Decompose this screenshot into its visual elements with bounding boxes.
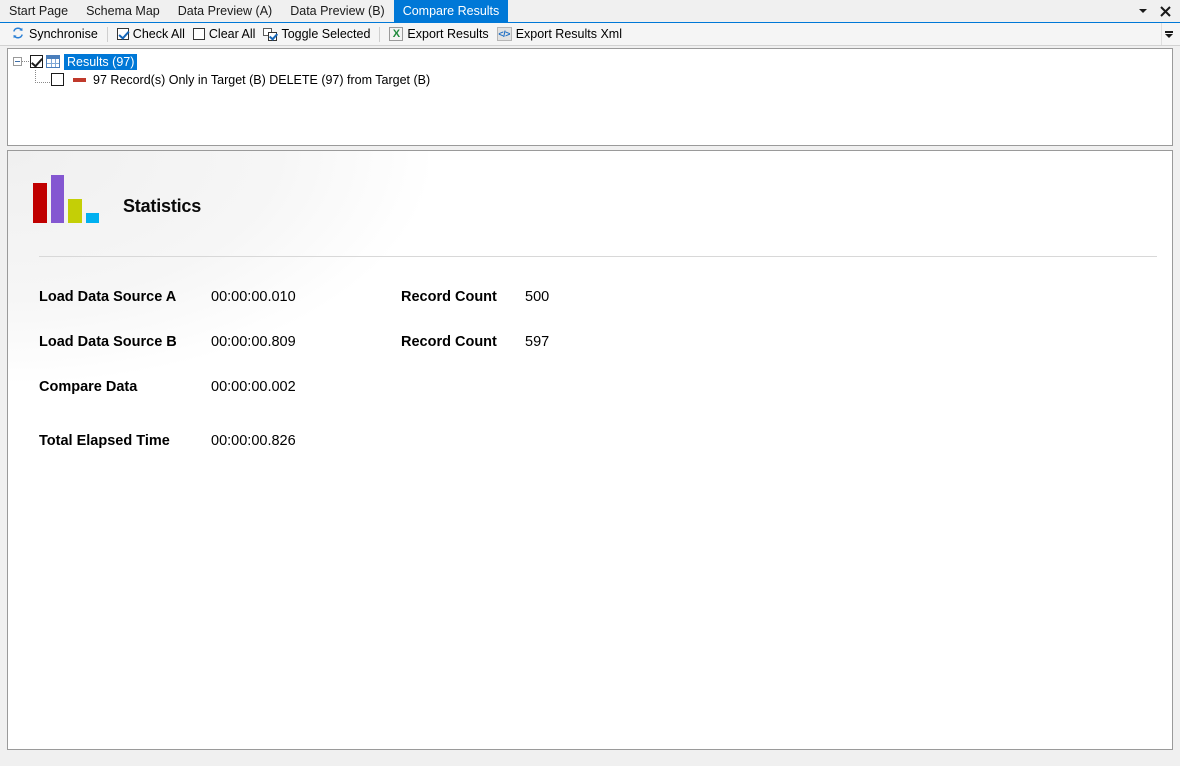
- bar-chart-icon: [33, 173, 99, 223]
- page-title: Statistics: [123, 196, 202, 216]
- stat-label-secondary: Record Count: [401, 334, 497, 350]
- stat-label-secondary: Record Count: [401, 289, 497, 305]
- checkbox-checked-icon: [116, 28, 129, 40]
- toolbar-overflow-button[interactable]: [1161, 23, 1176, 45]
- statistics-panel: Statistics Load Data Source A 00:00:00.0…: [7, 150, 1173, 750]
- tab-strip-controls: [1136, 0, 1180, 22]
- toolbar-overflow-icon: [1165, 30, 1173, 33]
- tree-item-label[interactable]: 97 Record(s) Only in Target (B) DELETE (…: [90, 72, 433, 88]
- synchronise-label: Synchronise: [29, 27, 98, 41]
- tab-data-preview-a[interactable]: Data Preview (A): [169, 0, 281, 22]
- close-tab-button[interactable]: [1159, 4, 1172, 18]
- tab-strip: Start Page Schema Map Data Preview (A) D…: [0, 0, 1180, 22]
- tree-item-checkbox[interactable]: [51, 73, 64, 86]
- export-results-xml-label: Export Results Xml: [515, 27, 622, 41]
- stat-row: Load Data Source A 00:00:00.010 Record C…: [39, 289, 549, 334]
- toolbar-separator: [106, 26, 108, 42]
- tree-row-root[interactable]: Results (97): [8, 53, 1172, 70]
- stat-value: 00:00:00.826: [211, 433, 296, 449]
- grid-icon: [46, 55, 60, 68]
- tab-compare-results[interactable]: Compare Results: [393, 0, 509, 22]
- clear-all-label: Clear All: [208, 27, 256, 41]
- close-icon: [1160, 5, 1171, 17]
- stat-value: 00:00:00.002: [211, 379, 296, 395]
- tab-data-preview-b[interactable]: Data Preview (B): [281, 0, 393, 22]
- tree-root-checkbox[interactable]: [30, 55, 43, 68]
- stat-value: 00:00:00.809: [211, 334, 296, 350]
- excel-icon: X: [389, 27, 404, 41]
- tab-start-page[interactable]: Start Page: [0, 0, 77, 22]
- checkbox-empty-icon: [192, 28, 205, 40]
- stat-row: Compare Data 00:00:00.002: [39, 379, 549, 433]
- check-all-button[interactable]: Check All: [113, 24, 189, 44]
- synchronise-icon: [11, 26, 25, 43]
- export-results-label: Export Results: [407, 27, 489, 41]
- stat-label: Total Elapsed Time: [39, 433, 170, 449]
- delete-marker-icon: [73, 77, 86, 82]
- toggle-selected-button[interactable]: Toggle Selected: [259, 24, 374, 44]
- tree-elbow: [35, 70, 50, 83]
- export-results-xml-button[interactable]: </> Export Results Xml: [493, 24, 626, 44]
- stat-label: Load Data Source B: [39, 334, 177, 350]
- chevron-down-icon: [1138, 9, 1147, 13]
- stat-value-secondary: 500: [525, 289, 550, 305]
- statistics-header: Statistics: [33, 173, 201, 223]
- tree-row-item[interactable]: 97 Record(s) Only in Target (B) DELETE (…: [8, 70, 1172, 89]
- xml-icon: </>: [496, 27, 512, 41]
- results-tree-panel[interactable]: Results (97) 97 Record(s) Only in Target…: [7, 48, 1173, 146]
- synchronise-button[interactable]: Synchronise: [7, 24, 102, 44]
- stat-value-secondary: 597: [525, 334, 550, 350]
- check-all-label: Check All: [132, 27, 185, 41]
- header-divider: [39, 256, 1157, 257]
- stat-label: Compare Data: [39, 379, 138, 395]
- toolbar-separator: [379, 26, 381, 42]
- stat-value: 00:00:00.010: [211, 289, 296, 305]
- collapse-icon[interactable]: [13, 57, 22, 66]
- stat-row: Load Data Source B 00:00:00.809 Record C…: [39, 334, 549, 379]
- clear-all-button[interactable]: Clear All: [189, 24, 260, 44]
- toggle-selected-label: Toggle Selected: [281, 27, 371, 41]
- tab-list-dropdown-button[interactable]: [1136, 4, 1149, 18]
- export-results-button[interactable]: X Export Results: [385, 24, 492, 44]
- tree-root-label[interactable]: Results (97): [64, 53, 138, 70]
- toggle-selected-icon: [263, 27, 278, 41]
- statistics-table: Load Data Source A 00:00:00.010 Record C…: [39, 289, 549, 478]
- stat-row-total: Total Elapsed Time 00:00:00.826: [39, 433, 549, 478]
- stat-label: Load Data Source A: [39, 289, 177, 305]
- results-toolbar: Synchronise Check All Clear All Toggle S…: [0, 22, 1180, 46]
- tab-schema-map[interactable]: Schema Map: [77, 0, 169, 22]
